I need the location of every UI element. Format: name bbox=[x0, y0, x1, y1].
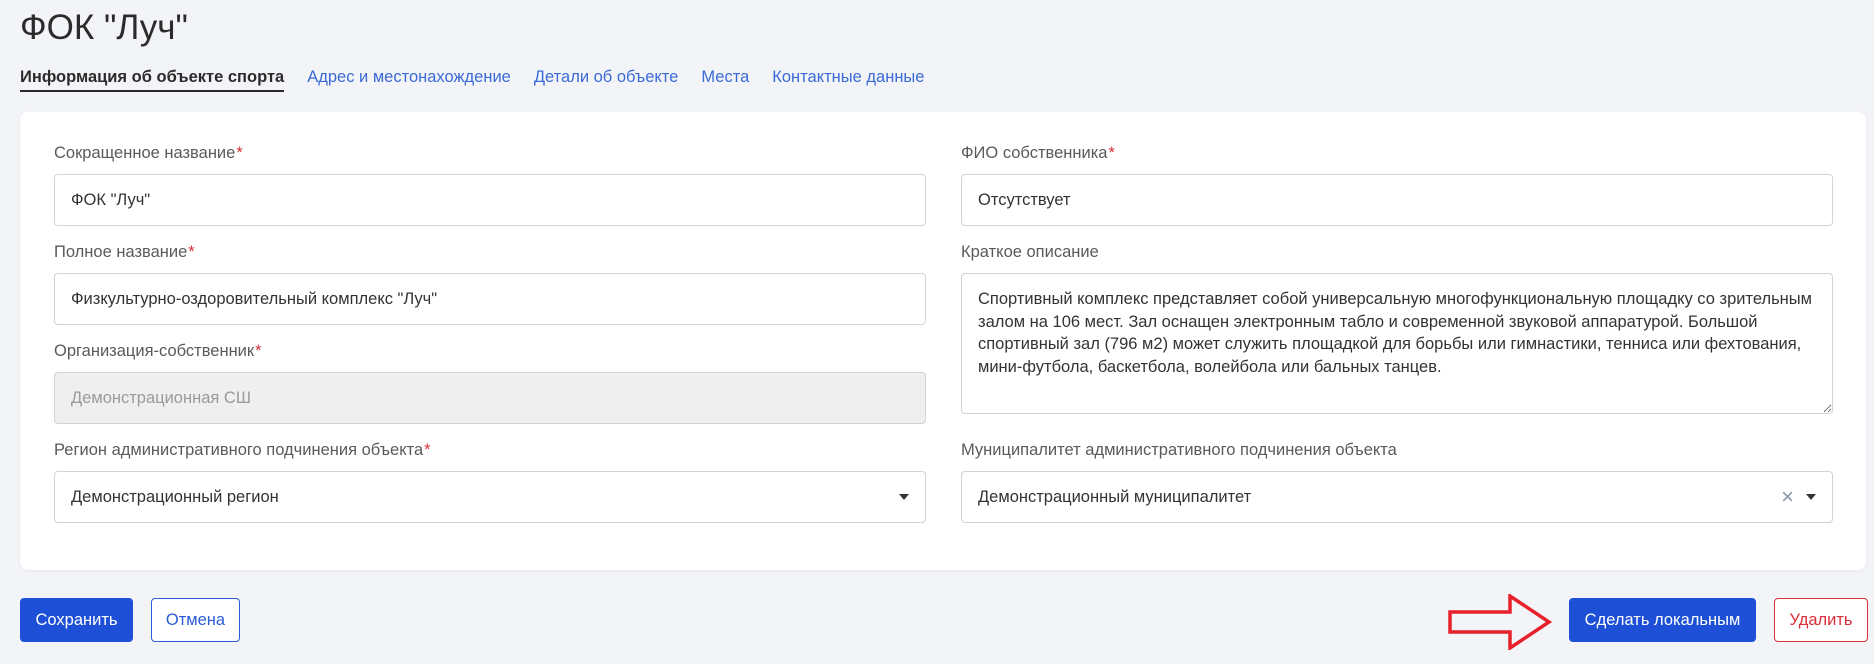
right-arrow-outline-icon bbox=[1448, 594, 1552, 650]
tab-address[interactable]: Адрес и местонахождение bbox=[307, 68, 511, 92]
municipality-select[interactable]: Демонстрационный муниципалитет × bbox=[961, 471, 1833, 523]
description-textarea[interactable]: Спортивный комплекс представляет собой у… bbox=[961, 273, 1833, 414]
cancel-button[interactable]: Отмена bbox=[151, 598, 240, 642]
short-name-label: Сокращенное название* bbox=[54, 142, 926, 164]
owner-name-input[interactable] bbox=[961, 174, 1833, 226]
full-name-field: Полное название* bbox=[54, 241, 926, 325]
page-title: ФОК "Луч" bbox=[20, 8, 188, 47]
short-name-input[interactable] bbox=[54, 174, 926, 226]
municipality-field: Муниципалитет административного подчинен… bbox=[961, 439, 1833, 523]
region-select[interactable]: Демонстрационный регион bbox=[54, 471, 926, 523]
region-selected-value: Демонстрационный регион bbox=[71, 487, 279, 506]
municipality-label: Муниципалитет административного подчинен… bbox=[961, 441, 1397, 459]
make-local-button[interactable]: Сделать локальным bbox=[1569, 598, 1756, 642]
required-mark: * bbox=[1108, 144, 1115, 162]
full-name-label: Полное название* bbox=[54, 241, 926, 263]
tab-contacts[interactable]: Контактные данные bbox=[772, 68, 924, 92]
description-field: Краткое описание Спортивный комплекс пре… bbox=[961, 241, 1833, 414]
description-label: Краткое описание bbox=[961, 243, 1099, 261]
short-name-field: Сокращенное название* bbox=[54, 142, 926, 226]
chevron-down-icon[interactable] bbox=[899, 494, 909, 500]
chevron-down-icon[interactable] bbox=[1806, 494, 1816, 500]
required-mark: * bbox=[255, 342, 262, 360]
full-name-input[interactable] bbox=[54, 273, 926, 325]
tab-object-details[interactable]: Детали об объекте bbox=[534, 68, 679, 92]
owner-org-label-text: Организация-собственник bbox=[54, 342, 255, 360]
owner-name-field: ФИО собственника* bbox=[961, 142, 1833, 226]
full-name-label-text: Полное название bbox=[54, 243, 188, 261]
required-mark: * bbox=[424, 441, 431, 459]
save-button[interactable]: Сохранить bbox=[20, 598, 133, 642]
tab-bar: Информация об объекте спорта Адрес и мес… bbox=[20, 68, 924, 92]
owner-org-field: Организация-собственник* Демонстрационна… bbox=[54, 340, 926, 424]
region-field: Регион административного подчинения объе… bbox=[54, 439, 926, 523]
required-mark: * bbox=[236, 144, 243, 162]
owner-org-input: Демонстрационная СШ bbox=[54, 372, 926, 424]
delete-button[interactable]: Удалить bbox=[1774, 598, 1868, 642]
region-label: Регион административного подчинения объе… bbox=[54, 439, 926, 461]
required-mark: * bbox=[188, 243, 195, 261]
tab-places[interactable]: Места bbox=[701, 68, 749, 92]
close-icon[interactable]: × bbox=[1781, 486, 1794, 508]
region-label-text: Регион административного подчинения объе… bbox=[54, 441, 424, 459]
owner-org-label: Организация-собственник* bbox=[54, 340, 926, 362]
tab-object-info[interactable]: Информация об объекте спорта bbox=[20, 68, 285, 92]
owner-name-label-text: ФИО собственника bbox=[961, 144, 1108, 162]
form-card: Сокращенное название* Полное название* О… bbox=[20, 112, 1866, 570]
municipality-selected-value: Демонстрационный муниципалитет bbox=[978, 487, 1252, 506]
short-name-label-text: Сокращенное название bbox=[54, 144, 236, 162]
owner-name-label: ФИО собственника* bbox=[961, 142, 1833, 164]
